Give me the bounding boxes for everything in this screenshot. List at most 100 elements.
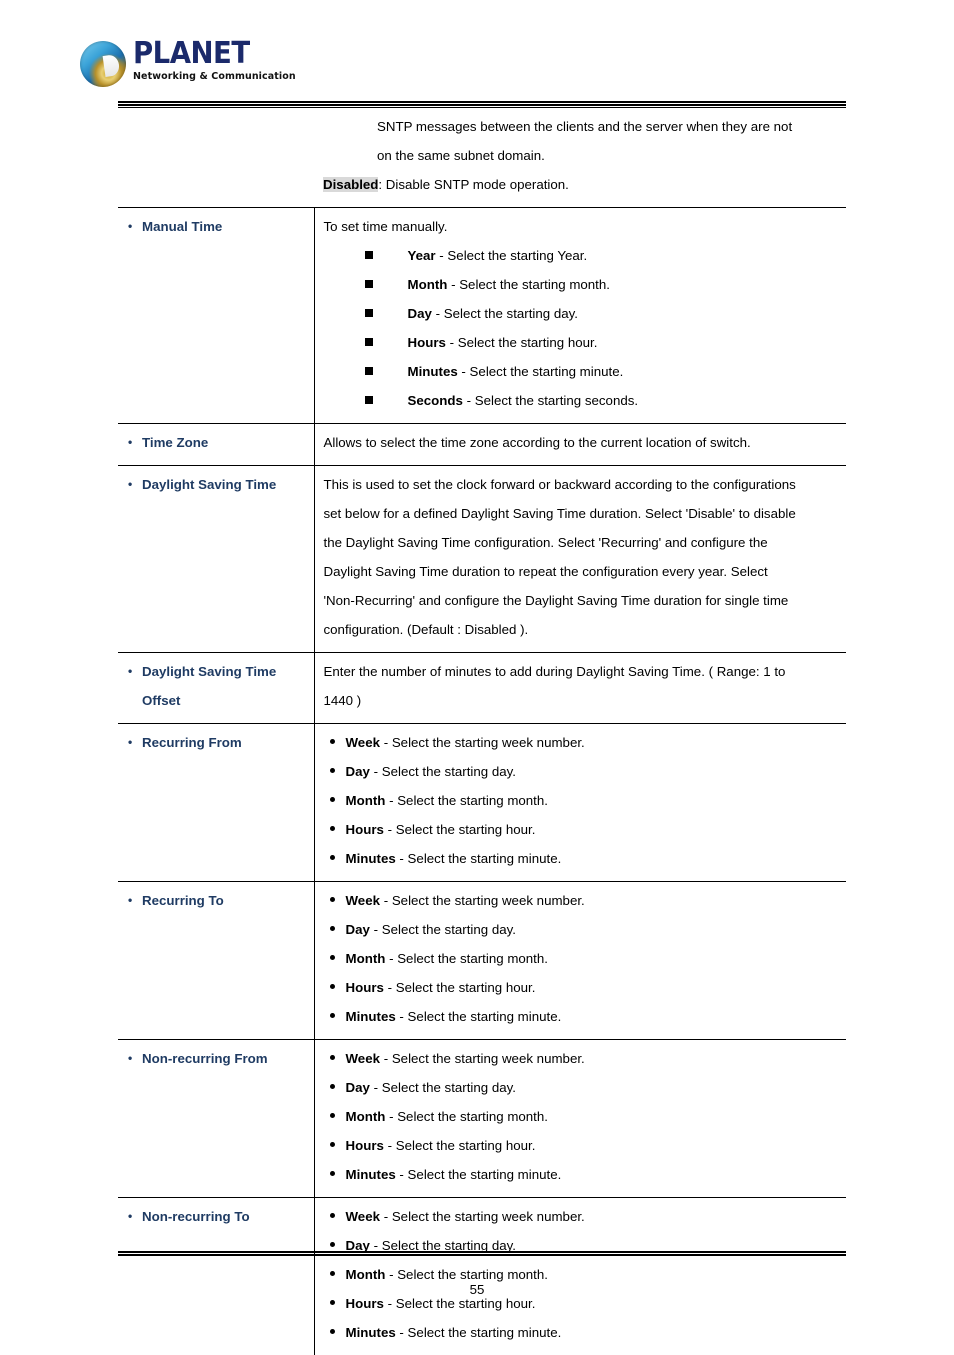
list-item-text: Day - Select the starting day.	[346, 915, 843, 944]
bullet-dot-icon	[330, 1002, 346, 1031]
row-label: • Non-recurring From	[128, 1044, 306, 1073]
list-item-desc: - Select the starting week number.	[380, 735, 585, 750]
list-item-term: Week	[346, 893, 381, 908]
row-label-cell	[118, 106, 314, 208]
list-item-desc: - Select the starting day.	[370, 1238, 516, 1253]
list-item-text: Month - Select the starting month.	[346, 944, 843, 973]
list-item-desc: - Select the starting hour.	[384, 980, 536, 995]
list-item: Day - Select the starting day.	[324, 757, 843, 786]
bullet-dot-icon	[330, 915, 346, 944]
row-description-cell: SNTP messages between the clients and th…	[314, 106, 846, 208]
list-item-text: Hours - Select the starting hour.	[408, 328, 843, 357]
bullet-dot-icon	[330, 1318, 346, 1347]
list-item-text: Month - Select the starting month.	[346, 1102, 843, 1131]
list-item-term: Week	[346, 735, 381, 750]
bullet-dot-icon: •	[128, 470, 142, 499]
list-item: Hours - Select the starting hour.	[324, 328, 843, 357]
list-item-desc: - Select the starting minute.	[458, 364, 624, 379]
row-description-cell: To set time manually. Year - Select the …	[314, 208, 846, 424]
row-label-text-line2: Offset	[128, 686, 306, 715]
list-item-desc: - Select the starting week number.	[380, 893, 585, 908]
list-item-desc: - Select the starting Year.	[436, 248, 588, 263]
row-description-cell: Enter the number of minutes to add durin…	[314, 653, 846, 724]
desc-text: : Disable SNTP mode operation.	[378, 177, 568, 192]
row-label-cell: • Recurring To	[118, 882, 314, 1040]
brand-text: PLANET Networking & Communication	[133, 38, 296, 83]
table-row: • Time Zone Allows to select the time zo…	[118, 424, 846, 466]
list-item-desc: - Select the starting month.	[447, 277, 610, 292]
list-item-term: Month	[408, 277, 448, 292]
desc-line: This is used to set the clock forward or…	[324, 470, 843, 499]
desc-line: SNTP messages between the clients and th…	[323, 112, 842, 141]
bullet-dot-icon	[330, 1231, 346, 1260]
list-item-term: Day	[346, 1238, 370, 1253]
parameter-description-table: SNTP messages between the clients and th…	[118, 104, 846, 1355]
desc-line: 'Non-Recurring' and configure the Daylig…	[324, 586, 843, 615]
list-item-term: Week	[346, 1051, 381, 1066]
list-item-text: Hours - Select the starting hour.	[346, 1131, 843, 1160]
list-item-text: Day - Select the starting day.	[346, 757, 843, 786]
bullet-dot-icon: •	[128, 428, 142, 457]
list-item-text: Minutes - Select the starting minute.	[346, 1002, 843, 1031]
bullet-dot-icon	[330, 786, 346, 815]
list-item-term: Day	[346, 1080, 370, 1095]
desc-line: Daylight Saving Time duration to repeat …	[324, 557, 843, 586]
list-item-term: Year	[408, 248, 436, 263]
row-label-cell: • Recurring From	[118, 724, 314, 882]
bullet-dot-icon	[330, 1044, 346, 1073]
list-item-text: Month - Select the starting month.	[408, 270, 843, 299]
table-row: • Manual Time To set time manually. Year…	[118, 208, 846, 424]
row-label-text: Recurring To	[142, 886, 306, 915]
list-item-desc: - Select the starting day.	[370, 922, 516, 937]
row-label: • Recurring To	[128, 886, 306, 915]
list-item-term: Month	[346, 793, 386, 808]
list-item: Week - Select the starting week number.	[324, 1202, 843, 1231]
list-item: Month - Select the starting month.	[324, 1102, 843, 1131]
list-item-text: Day - Select the starting day.	[346, 1073, 843, 1102]
sub-parameter-list: Week - Select the starting week number. …	[324, 1044, 843, 1189]
list-item-term: Hours	[408, 335, 446, 350]
list-item-term: Hours	[346, 1296, 384, 1311]
desc-intro: To set time manually.	[324, 212, 843, 241]
row-label: • Daylight Saving Time	[128, 657, 306, 686]
list-item-desc: - Select the starting week number.	[380, 1051, 585, 1066]
desc-line: on the same subnet domain.	[323, 141, 842, 170]
list-item-desc: - Select the starting hour.	[384, 1138, 536, 1153]
list-item-term: Minutes	[346, 1325, 396, 1340]
row-label: • Recurring From	[128, 728, 306, 757]
bullet-dot-icon	[330, 1160, 346, 1189]
bullet-dot-icon: •	[128, 728, 142, 757]
list-item-term: Seconds	[408, 393, 463, 408]
bullet-dot-icon	[330, 1131, 346, 1160]
desc-line: set below for a defined Daylight Saving …	[324, 499, 843, 528]
list-item-text: Week - Select the starting week number.	[346, 886, 843, 915]
list-item-desc: - Select the starting seconds.	[463, 393, 638, 408]
row-description-cell: Week - Select the starting week number. …	[314, 1198, 846, 1355]
bullet-dot-icon	[330, 944, 346, 973]
list-item-text: Week - Select the starting week number.	[346, 1044, 843, 1073]
brand-tagline: Networking & Communication	[133, 71, 296, 83]
bullet-dot-icon: •	[128, 886, 142, 915]
list-item-desc: - Select the starting month.	[385, 1267, 548, 1282]
list-item-term: Week	[346, 1209, 381, 1224]
desc-line: the Daylight Saving Time configuration. …	[324, 528, 843, 557]
list-item-text: Day - Select the starting day.	[408, 299, 843, 328]
list-item-desc: - Select the starting minute.	[396, 1167, 562, 1182]
table-row: • Non-recurring From Week - Select the s…	[118, 1040, 846, 1198]
bullet-dot-icon	[330, 886, 346, 915]
list-item: Month - Select the starting month.	[324, 786, 843, 815]
page-number: 55	[0, 1282, 954, 1297]
bullet-square-icon	[365, 386, 408, 415]
list-item-term: Minutes	[346, 1009, 396, 1024]
list-item-desc: - Select the starting month.	[385, 951, 548, 966]
list-item: Month - Select the starting month.	[324, 944, 843, 973]
row-description-cell: Week - Select the starting week number. …	[314, 724, 846, 882]
bullet-dot-icon	[330, 757, 346, 786]
page-header: PLANET Networking & Communication	[80, 38, 380, 100]
bullet-dot-icon: •	[128, 657, 142, 686]
list-item: Minutes - Select the starting minute.	[324, 1002, 843, 1031]
list-item: Day - Select the starting day.	[324, 915, 843, 944]
bullet-square-icon	[365, 299, 408, 328]
bullet-square-icon	[365, 328, 408, 357]
list-item: Day - Select the starting day.	[324, 1073, 843, 1102]
